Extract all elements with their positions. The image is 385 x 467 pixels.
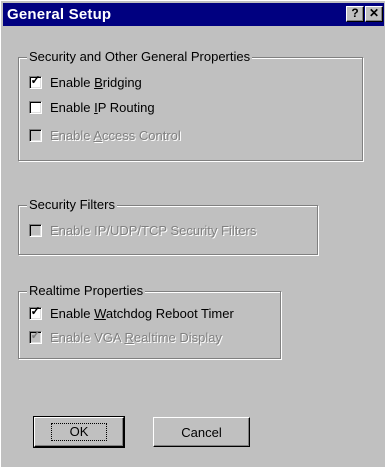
close-button[interactable]: ✕ <box>365 6 383 22</box>
enable-vga-realtime-label: Enable VGA Realtime Display <box>50 329 222 345</box>
security-filters-group: Security Filters Enable IP/UDP/TCP Secur… <box>18 197 318 255</box>
enable-vga-realtime-box: ✓ <box>29 327 42 344</box>
enable-security-filters-box <box>29 223 42 237</box>
enable-bridging-label: Enable Bridging <box>50 74 142 90</box>
dialog-title: General Setup <box>7 6 112 23</box>
checkmark-icon: ✓ <box>30 327 41 342</box>
security-properties-legend: Security and Other General Properties <box>27 49 253 64</box>
enable-ip-routing-label: Enable IP Routing <box>50 99 155 115</box>
enable-access-control-checkbox: Enable Access Control <box>29 126 181 144</box>
realtime-properties-legend: Realtime Properties <box>27 283 146 298</box>
cancel-button[interactable]: Cancel <box>153 417 250 447</box>
help-button[interactable]: ? <box>346 6 364 22</box>
enable-access-control-box <box>29 128 42 142</box>
enable-ip-routing-box[interactable] <box>29 100 42 114</box>
enable-vga-realtime-checkbox: ✓ Enable VGA Realtime Display <box>29 328 222 346</box>
enable-watchdog-label: Enable Watchdog Reboot Timer <box>50 305 234 321</box>
ok-button[interactable]: OK <box>33 416 125 448</box>
ok-button-label: OK <box>50 423 108 441</box>
realtime-properties-group: Realtime Properties ✓ Enable Watchdog Re… <box>18 283 281 359</box>
security-filters-legend: Security Filters <box>27 197 117 212</box>
enable-access-control-label: Enable Access Control <box>50 127 181 143</box>
security-properties-group: Security and Other General Properties ✓ … <box>18 49 363 161</box>
enable-bridging-checkbox[interactable]: ✓ Enable Bridging <box>29 73 142 91</box>
checkmark-icon: ✓ <box>30 303 41 318</box>
general-setup-dialog: General Setup ? ✕ Security and Other Gen… <box>0 0 385 467</box>
enable-watchdog-box[interactable]: ✓ <box>29 303 42 320</box>
enable-security-filters-checkbox: Enable IP/UDP/TCP Security Filters <box>29 221 256 239</box>
enable-security-filters-label: Enable IP/UDP/TCP Security Filters <box>50 222 257 238</box>
enable-watchdog-checkbox[interactable]: ✓ Enable Watchdog Reboot Timer <box>29 304 234 322</box>
enable-bridging-box[interactable]: ✓ <box>29 72 42 89</box>
enable-ip-routing-checkbox[interactable]: Enable IP Routing <box>29 98 155 116</box>
title-bar[interactable]: General Setup ? ✕ <box>3 3 384 26</box>
checkmark-icon: ✓ <box>30 72 41 87</box>
